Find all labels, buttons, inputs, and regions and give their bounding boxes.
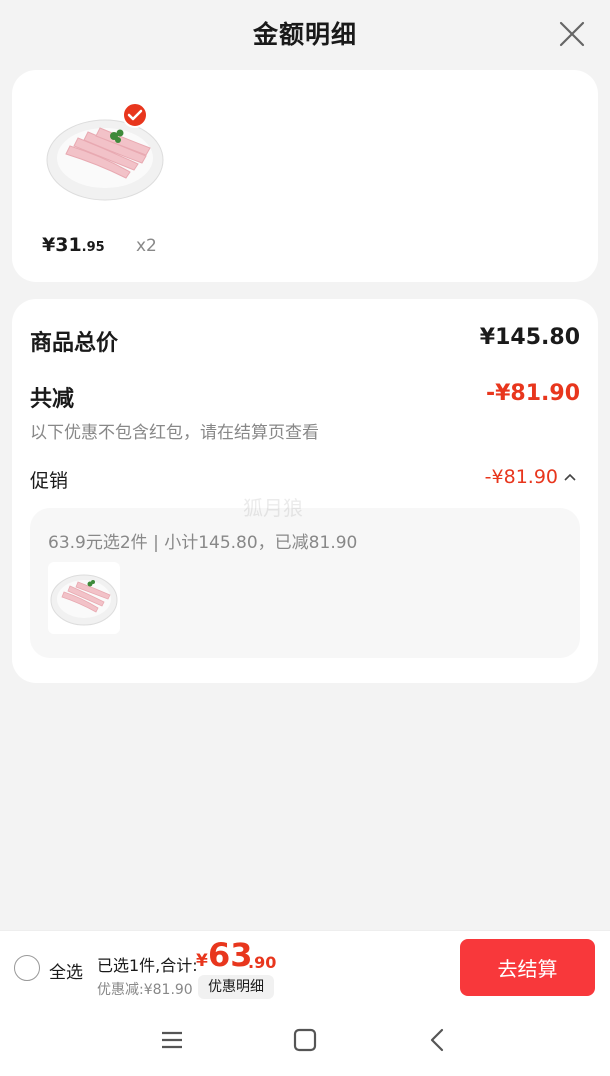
discount-summary: 优惠减:¥81.90 — [97, 982, 193, 998]
page-title: 金额明细 — [252, 20, 357, 49]
product-thumb-image — [50, 574, 118, 626]
menu-icon[interactable] — [158, 1026, 186, 1054]
price-main: ¥31 — [42, 234, 82, 256]
select-all-checkbox[interactable] — [14, 955, 40, 981]
back-icon[interactable] — [424, 1026, 452, 1054]
checkout-button[interactable]: 去结算 — [460, 939, 595, 996]
total-amount-dec: .90 — [248, 953, 277, 972]
home-icon[interactable] — [291, 1026, 319, 1054]
select-all-label[interactable]: 全选 — [49, 958, 83, 983]
price-summary-card: 商品总价 ¥145.80 共减 -¥81.90 以下优惠不包含红包，请在结算页查… — [12, 299, 598, 683]
product-price: ¥31.95 — [42, 234, 105, 256]
total-currency: ¥ — [196, 951, 208, 971]
promo-detail-text: 63.9元选2件 | 小计145.80，已减81.90 — [48, 533, 358, 553]
price-cents: .95 — [81, 240, 105, 255]
discount-value: -¥81.90 — [485, 381, 580, 406]
promo-label: 促销 — [30, 470, 69, 492]
subtotal-value: ¥145.80 — [479, 325, 580, 350]
discount-note: 以下优惠不包含红包，请在结算页查看 — [30, 423, 319, 443]
promo-detail-box: 63.9元选2件 | 小计145.80，已减81.90 — [30, 508, 580, 658]
discount-detail-button[interactable]: 优惠明细 — [198, 975, 274, 999]
checkout-bar: 全选 已选1件,合计: ¥ 63 .90 优惠减:¥81.90 优惠明细 去结算 — [0, 930, 610, 1004]
watermark-text: 狐月狼 — [243, 496, 303, 520]
close-icon[interactable] — [558, 20, 586, 48]
subtotal-label: 商品总价 — [30, 331, 119, 356]
promo-toggle[interactable]: -¥81.90 — [485, 466, 576, 488]
product-quantity: x2 — [136, 236, 157, 256]
total-amount-int: 63 — [208, 936, 253, 974]
product-card: ¥31.95 x2 — [12, 70, 598, 282]
discount-label: 共减 — [30, 387, 75, 412]
modal-header: 金额明细 — [0, 0, 610, 66]
chevron-up-icon — [564, 473, 576, 481]
selected-check-icon[interactable] — [122, 102, 148, 128]
product-image[interactable] — [42, 106, 168, 206]
promo-product-thumb[interactable] — [48, 562, 120, 634]
selected-count-label: 已选1件,合计: — [97, 956, 198, 975]
system-nav-bar — [0, 1004, 610, 1076]
promo-value: -¥81.90 — [484, 466, 558, 488]
